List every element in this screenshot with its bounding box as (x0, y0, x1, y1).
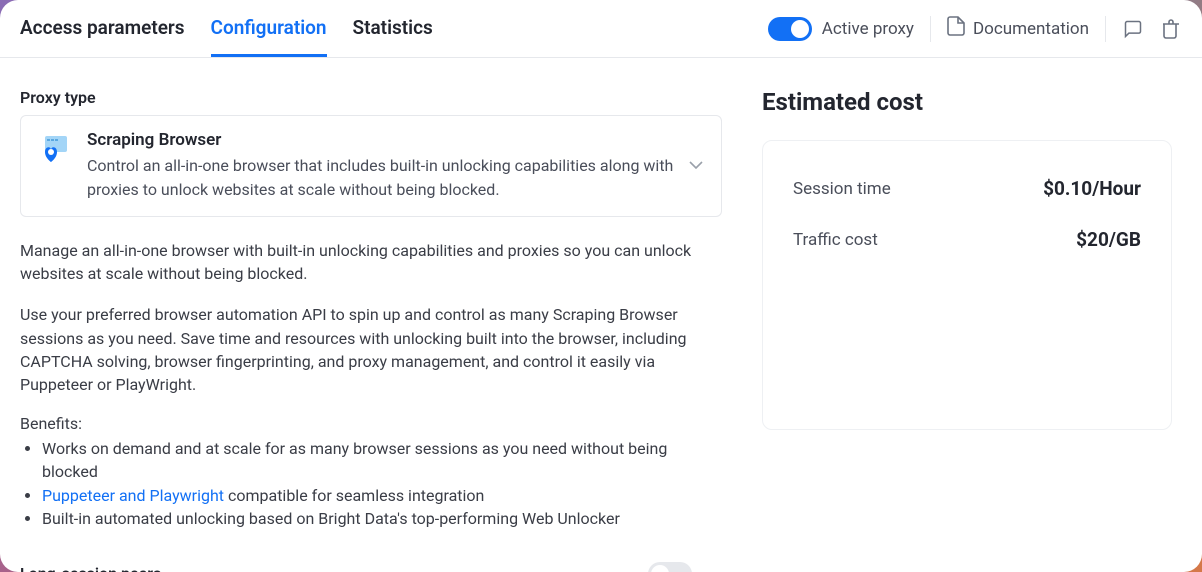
documentation-label: Documentation (973, 19, 1089, 39)
cost-row-traffic: Traffic cost $20/GB (793, 228, 1141, 251)
proxy-type-label: Proxy type (20, 88, 722, 107)
benefit-item: Works on demand and at scale for as many… (42, 437, 722, 483)
topbar: Access parameters Configuration Statisti… (0, 0, 1202, 58)
estimated-cost-title: Estimated cost (762, 88, 1172, 116)
chat-button[interactable] (1122, 18, 1144, 40)
active-proxy-toggle[interactable] (768, 17, 812, 41)
estimated-cost-card: Session time $0.10/Hour Traffic cost $20… (762, 140, 1172, 430)
divider (930, 16, 931, 42)
delete-button[interactable] (1160, 18, 1182, 40)
chevron-down-icon (689, 154, 703, 173)
left-column: Proxy type Scraping Browser Control an a… (20, 88, 722, 572)
right-column: Estimated cost Session time $0.10/Hour T… (762, 88, 1172, 572)
proxy-title: Scraping Browser (87, 130, 705, 150)
tab-access-parameters[interactable]: Access parameters (20, 0, 185, 57)
config-panel: Access parameters Configuration Statisti… (0, 0, 1202, 572)
document-icon (947, 16, 965, 41)
proxy-card-body: Scraping Browser Control an all-in-one b… (87, 130, 705, 202)
benefit-text: compatible for seamless integration (224, 486, 484, 505)
intro-paragraph-2: Use your preferred browser automation AP… (20, 303, 722, 396)
topbar-actions: Active proxy Documentation (768, 16, 1182, 42)
active-proxy-label: Active proxy (822, 19, 914, 39)
cost-value: $20/GB (1076, 228, 1141, 251)
tab-statistics[interactable]: Statistics (353, 0, 433, 57)
long-session-toggle[interactable] (648, 562, 692, 572)
chat-icon (1123, 19, 1143, 39)
cost-key: Session time (793, 179, 891, 199)
divider (1105, 16, 1106, 42)
intro-paragraph-1: Manage an all-in-one browser with built-… (20, 239, 722, 285)
long-session-row: Long-session peers (20, 562, 722, 572)
documentation-link[interactable]: Documentation (947, 16, 1089, 41)
benefit-item: Built-in automated unlocking based on Br… (42, 507, 722, 530)
trash-icon (1162, 19, 1180, 39)
content: Proxy type Scraping Browser Control an a… (0, 58, 1202, 572)
cost-key: Traffic cost (793, 230, 878, 250)
proxy-desc: Control an all-in-one browser that inclu… (87, 154, 705, 202)
cost-row-session: Session time $0.10/Hour (793, 177, 1141, 200)
benefits-list: Works on demand and at scale for as many… (20, 437, 722, 530)
long-session-label: Long-session peers (20, 564, 161, 572)
tab-list: Access parameters Configuration Statisti… (20, 0, 433, 57)
puppeteer-playwright-link[interactable]: Puppeteer and Playwright (42, 486, 224, 505)
tab-configuration[interactable]: Configuration (211, 0, 327, 57)
cost-value: $0.10/Hour (1043, 177, 1141, 200)
active-proxy-toggle-group: Active proxy (768, 17, 914, 41)
scraping-browser-icon (37, 132, 73, 168)
benefits-heading: Benefits: (20, 414, 722, 433)
benefit-item: Puppeteer and Playwright compatible for … (42, 484, 722, 507)
proxy-type-selector[interactable]: Scraping Browser Control an all-in-one b… (20, 115, 722, 217)
